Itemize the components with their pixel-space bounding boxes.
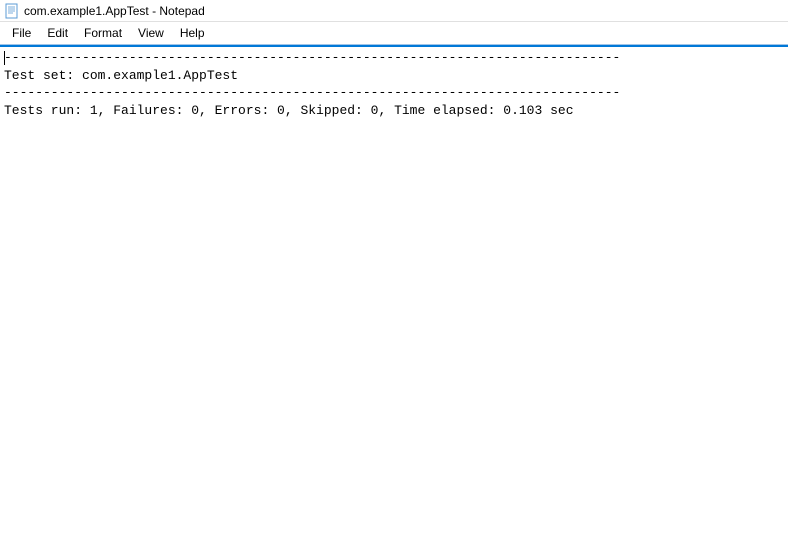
menu-help[interactable]: Help (172, 24, 213, 42)
notepad-icon (4, 3, 20, 19)
menu-file[interactable]: File (4, 24, 39, 42)
editor-line-3: ----------------------------------------… (4, 85, 620, 100)
window-title: com.example1.AppTest - Notepad (24, 4, 205, 18)
editor-line-4: Tests run: 1, Failures: 0, Errors: 0, Sk… (4, 103, 574, 118)
text-editor[interactable]: ----------------------------------------… (0, 47, 788, 542)
menu-view[interactable]: View (130, 24, 172, 42)
menu-edit[interactable]: Edit (39, 24, 76, 42)
editor-line-1: ----------------------------------------… (4, 50, 620, 65)
editor-line-2: Test set: com.example1.AppTest (4, 68, 238, 83)
menubar: File Edit Format View Help (0, 22, 788, 45)
titlebar: com.example1.AppTest - Notepad (0, 0, 788, 22)
menu-format[interactable]: Format (76, 24, 130, 42)
